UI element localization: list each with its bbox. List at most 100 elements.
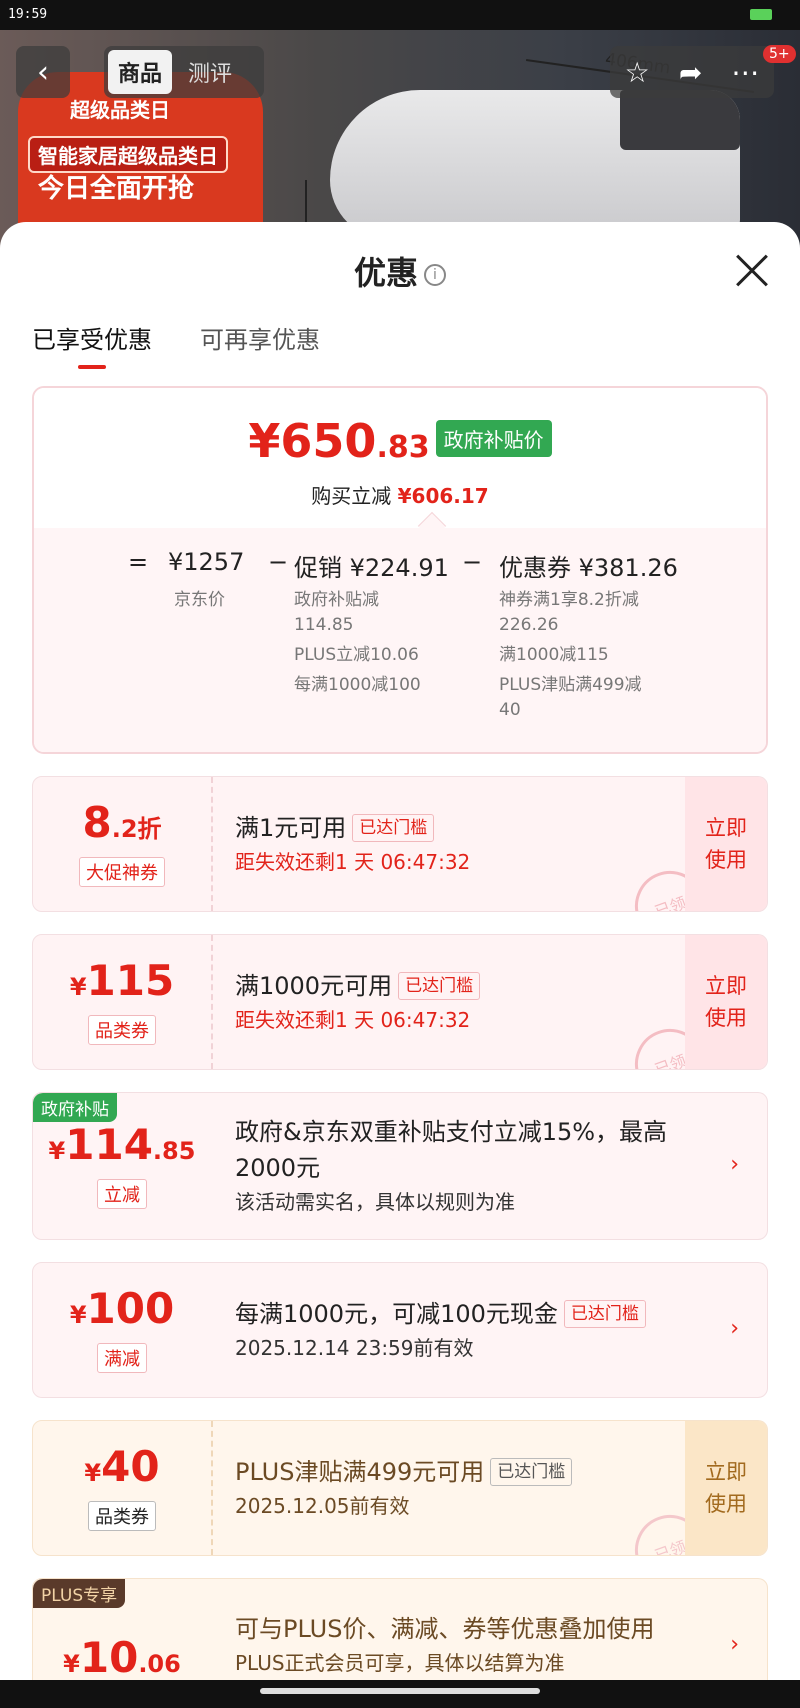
coupon-amount-area: ¥115 品类券 — [33, 935, 211, 1069]
plus-corner-tag: PLUS专享 — [33, 1579, 126, 1608]
coupon-amount-area: ¥100 满减 — [33, 1263, 211, 1397]
coupon-note: 该活动需实名，具体以规则为准 — [235, 1190, 515, 1214]
coupon-condition: 每满1000元，可减100元现金 已达门槛 — [235, 1296, 715, 1332]
jd-price-label: 京东价 — [174, 590, 225, 610]
threshold-tag: 已达门槛 — [352, 814, 435, 842]
plus-card[interactable]: ¥10.06 PLUS专享 可与PLUS价、满减、券等优惠叠加使用 PLUS正式… — [32, 1578, 768, 1682]
dashed-divider — [211, 935, 213, 1069]
coupon-amount: 8.2折 — [82, 801, 161, 851]
condition-text: 满1000元可用 — [235, 972, 393, 1000]
coupon-card: ¥40 品类券 PLUS津贴满499元可用 已达门槛 2025.12.05前有效 … — [32, 1420, 768, 1556]
discount-card[interactable]: ¥100 满减 每满1000元，可减100元现金 已达门槛 2025.12.14 … — [32, 1262, 768, 1398]
gov-subsidy-corner-tag: 政府补贴 — [33, 1093, 117, 1122]
coupon-amount: ¥114.85 — [49, 1123, 196, 1173]
condition-text: PLUS津贴满499元可用 — [235, 1458, 485, 1486]
minus-sign: − — [462, 548, 483, 576]
coupon-kind: 品类券 — [88, 1015, 156, 1045]
coupon-body: 政府&京东双重补贴支付立减15%，最高2000元 该活动需实名，具体以规则为准 — [235, 1093, 705, 1239]
reduce-line: 购买立减 ¥606.17 — [34, 480, 766, 509]
amount-int: 10 — [79, 1633, 139, 1682]
amount-symbol: ¥ — [84, 1459, 102, 1487]
amount-symbol: ¥ — [69, 973, 87, 1001]
amount-dec: .85 — [152, 1137, 196, 1165]
coupon-card: ¥115 品类券 满1000元可用 已达门槛 距失效还剩1 天 06:47:32 … — [32, 934, 768, 1070]
coupon-amount: ¥40 — [84, 1445, 159, 1495]
info-icon[interactable]: i — [424, 264, 446, 286]
coupon-amount-area: ¥40 品类券 — [33, 1421, 211, 1555]
amount-int: 40 — [101, 1442, 160, 1491]
tab-enjoyed[interactable]: 已享受优惠 — [32, 320, 152, 369]
summary-top: ¥650.83 政府补贴价 购买立减 ¥606.17 — [34, 388, 766, 528]
tab-review[interactable]: 测评 — [178, 50, 242, 94]
battery-icon — [750, 9, 772, 20]
use-now-label: 立即 使用 — [705, 974, 747, 1030]
use-now-button[interactable]: 立即 使用 — [685, 935, 767, 1069]
coupon-kind: 立减 — [97, 1179, 147, 1209]
coupon-expiry: 2025.12.05前有效 — [235, 1494, 410, 1518]
promo-total: 促销 ¥224.91 — [294, 554, 449, 582]
share-icon[interactable]: ➦ — [679, 56, 702, 89]
status-bar: 19:59 — [0, 0, 800, 30]
use-now-label: 立即 使用 — [705, 1460, 747, 1516]
home-indicator[interactable] — [260, 1688, 540, 1694]
amount-symbol: ¥ — [63, 1650, 80, 1678]
promo-item: PLUS立减10.06 — [294, 645, 419, 665]
threshold-tag: 已达门槛 — [563, 1300, 646, 1328]
coupon-condition: 满1000元可用 已达门槛 — [235, 968, 695, 1004]
sheet-header: 优惠 i — [0, 248, 800, 294]
amount-dec: .2折 — [111, 815, 162, 843]
use-now-label: 立即 使用 — [705, 816, 747, 872]
amount-symbol: ¥ — [69, 1301, 87, 1329]
amount-int: 8 — [82, 798, 112, 847]
coupon-item: PLUS津贴满499减 40 — [499, 675, 642, 720]
promo-item: 每满1000减100 — [294, 675, 421, 695]
coupon-amount: ¥115 — [70, 959, 174, 1009]
coupon-amount-area: 8.2折 大促神券 — [33, 777, 211, 911]
coupon-body: PLUS津贴满499元可用 已达门槛 2025.12.05前有效 — [235, 1421, 695, 1555]
use-now-button[interactable]: 立即 使用 — [685, 777, 767, 911]
promo-item: 政府补贴减 114.85 — [294, 590, 379, 635]
amount-int: 114 — [65, 1120, 153, 1169]
price-dec: .83 — [376, 430, 430, 465]
threshold-tag: 已达门槛 — [490, 1458, 573, 1486]
threshold-tag: 已达门槛 — [398, 972, 481, 1000]
discount-tabs: 已享受优惠 可再享优惠 — [32, 320, 320, 369]
discount-sheet: 优惠 i 已享受优惠 可再享优惠 ¥650.83 政府补贴价 购买立减 ¥606.1… — [0, 222, 800, 1682]
coupon-kind: 品类券 — [88, 1501, 156, 1531]
coupon-body: 满1元可用 已达门槛 距失效还剩1 天 06:47:32 — [235, 777, 695, 911]
coupon-kind: 满减 — [97, 1343, 147, 1373]
coupon-card: 8.2折 大促神券 满1元可用 已达门槛 距失效还剩1 天 06:47:32 已领… — [32, 776, 768, 912]
condition-text: 每满1000元，可减100元现金 — [235, 1300, 558, 1328]
jd-price: ¥1257 — [168, 548, 245, 576]
amount-int: 115 — [86, 956, 175, 1005]
coupon-condition: 政府&京东双重补贴支付立减15%，最高2000元 — [235, 1118, 668, 1182]
promo-line-3: 今日全面开抢 — [38, 174, 195, 204]
dashed-divider — [211, 777, 213, 911]
close-icon[interactable] — [734, 252, 770, 288]
reduce-amount: ¥606.17 — [397, 484, 489, 508]
promo-line-1: 超级品类日 — [70, 98, 170, 122]
dashed-divider — [211, 1421, 213, 1555]
star-icon[interactable]: ☆ — [625, 56, 650, 89]
coupon-expiry: 2025.12.14 23:59前有效 — [235, 1336, 474, 1360]
final-price: ¥650.83 政府补贴价 — [34, 414, 766, 468]
reduce-label: 购买立减 — [311, 484, 392, 508]
coupon-item: 神券满1享8.2折减 226.26 — [499, 590, 639, 635]
condition-text: 满1元可用 — [235, 814, 347, 842]
more-icon[interactable]: ⋯ — [731, 56, 759, 89]
back-button[interactable]: ‹ — [16, 46, 70, 98]
price-breakdown: = ¥1257 − 促销 ¥224.91 − 优惠券 ¥381.26 京东价 政… — [34, 528, 766, 752]
subsidy-card[interactable]: ¥114.85 立减 政府补贴 政府&京东双重补贴支付立减15%，最高2000元… — [32, 1092, 768, 1240]
chevron-left-icon: ‹ — [37, 54, 49, 90]
chevron-right-icon: › — [730, 1152, 739, 1177]
tab-product[interactable]: 商品 — [108, 50, 173, 94]
coupon-expiry: 距失效还剩1 天 06:47:32 — [235, 850, 471, 874]
toilet-lid-image — [620, 90, 740, 150]
action-bar: ☆ ➦ ⋯ — [610, 46, 774, 98]
status-time: 19:59 — [8, 7, 48, 22]
tab-more[interactable]: 可再享优惠 — [200, 320, 320, 369]
price-summary-card: ¥650.83 政府补贴价 购买立减 ¥606.17 = ¥1257 − 促销 ¥… — [32, 386, 768, 754]
use-now-button[interactable]: 立即 使用 — [685, 1421, 767, 1555]
gov-subsidy-tag: 政府补贴价 — [435, 420, 552, 457]
chevron-right-icon: › — [730, 1316, 739, 1341]
